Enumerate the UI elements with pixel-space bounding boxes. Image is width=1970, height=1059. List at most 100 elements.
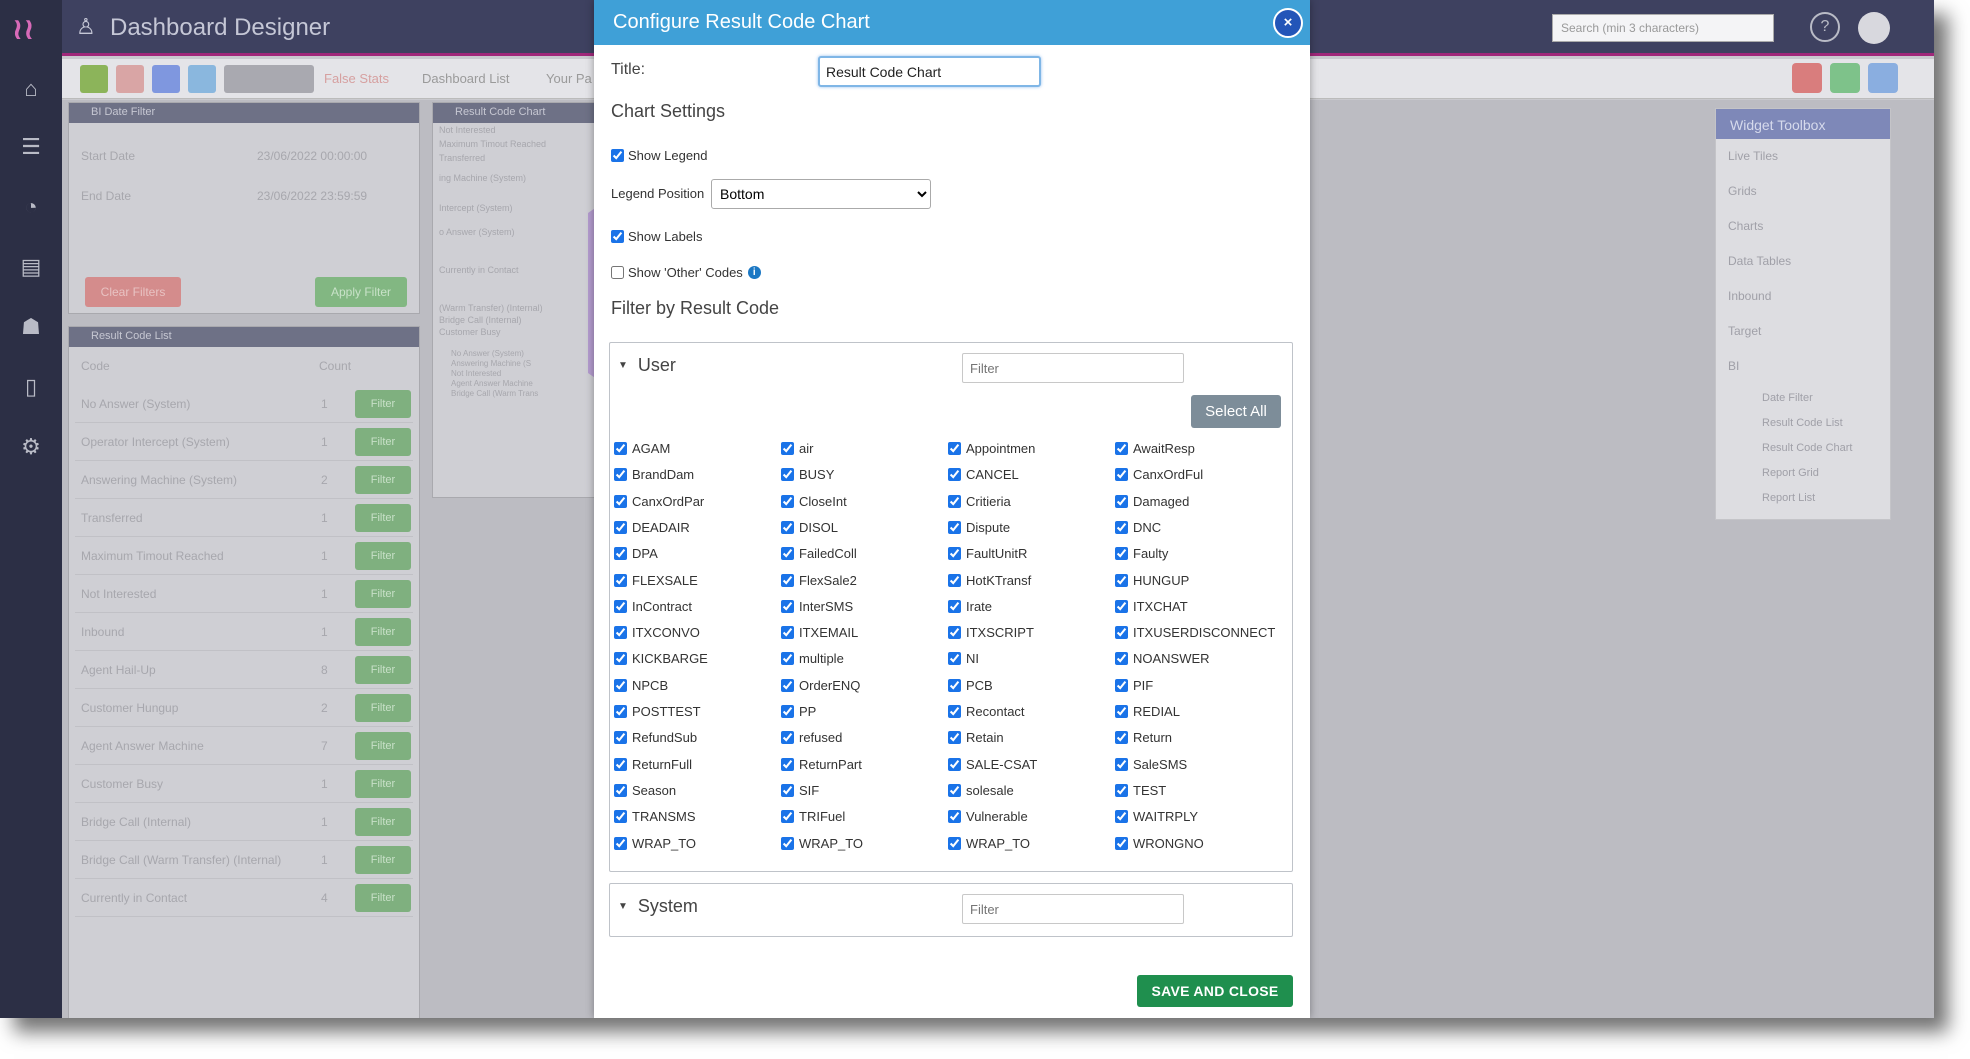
result-code-option[interactable]: Recontact — [948, 704, 1025, 719]
result-code-option[interactable]: Dispute — [948, 520, 1010, 535]
pdf-icon[interactable] — [1792, 63, 1822, 93]
result-code-option[interactable]: DEADAIR — [614, 520, 690, 535]
result-code-option[interactable]: POSTTEST — [614, 704, 701, 719]
toolbar-text[interactable]: Your Pa — [546, 71, 592, 86]
result-code-option[interactable]: DNC — [1115, 520, 1161, 535]
result-code-checkbox[interactable] — [614, 810, 627, 824]
settings-icon[interactable]: ⚙ — [17, 434, 45, 460]
system-filter-input[interactable] — [962, 894, 1184, 924]
result-code-checkbox[interactable] — [1115, 652, 1128, 666]
result-code-option[interactable]: NI — [948, 651, 979, 666]
filter-button[interactable]: Filter — [355, 770, 411, 798]
result-code-checkbox[interactable] — [948, 678, 961, 692]
result-code-checkbox[interactable] — [948, 810, 961, 824]
result-code-option[interactable]: DISOL — [781, 520, 838, 535]
save-and-close-button[interactable]: SAVE AND CLOSE — [1137, 975, 1293, 1007]
result-code-option[interactable]: ITXCHAT — [1115, 599, 1188, 614]
result-code-option[interactable]: WRAP_TO — [948, 836, 1030, 851]
filter-button[interactable]: Filter — [355, 390, 411, 418]
end-date-value[interactable]: 23/06/2022 23:59:59 — [257, 189, 367, 203]
result-code-option[interactable]: Irate — [948, 599, 992, 614]
document-icon[interactable]: ▯ — [17, 374, 45, 400]
result-code-checkbox[interactable] — [781, 494, 794, 508]
help-icon[interactable]: ? — [1810, 12, 1840, 42]
excel-icon[interactable] — [1830, 63, 1860, 93]
result-code-checkbox[interactable] — [614, 468, 627, 482]
result-code-option[interactable]: TEST — [1115, 783, 1166, 798]
result-code-checkbox[interactable] — [781, 573, 794, 587]
result-code-checkbox[interactable] — [948, 731, 961, 745]
result-code-option[interactable]: BUSY — [781, 467, 834, 482]
result-code-checkbox[interactable] — [948, 547, 961, 561]
new-button[interactable] — [152, 65, 180, 93]
result-code-option[interactable]: ITXEMAIL — [781, 625, 858, 640]
result-code-option[interactable]: SaleSMS — [1115, 757, 1187, 772]
result-code-checkbox[interactable] — [948, 836, 961, 850]
result-code-checkbox[interactable] — [614, 547, 627, 561]
result-code-checkbox[interactable] — [948, 705, 961, 718]
result-code-option[interactable]: FailedColl — [781, 546, 857, 561]
apply-filter-button[interactable]: Apply Filter — [315, 277, 407, 307]
result-code-checkbox[interactable] — [1115, 547, 1128, 561]
result-code-option[interactable]: ITXUSERDISCONNECT — [1115, 625, 1275, 640]
toolbox-item[interactable]: Grids — [1728, 184, 1757, 198]
result-code-checkbox[interactable] — [614, 731, 627, 745]
result-code-checkbox[interactable] — [781, 757, 794, 771]
show-labels-checkbox[interactable] — [611, 230, 624, 243]
result-code-option[interactable]: WRAP_TO — [614, 836, 696, 851]
select-all-button[interactable]: Select All — [1191, 395, 1281, 428]
filter-button[interactable]: Filter — [355, 732, 411, 760]
result-code-option[interactable]: Damaged — [1115, 494, 1189, 509]
result-code-option[interactable]: Critieria — [948, 494, 1011, 509]
home-icon[interactable]: ⌂ — [17, 76, 45, 102]
result-code-checkbox[interactable] — [1115, 573, 1128, 587]
result-code-checkbox[interactable] — [781, 442, 794, 455]
result-code-checkbox[interactable] — [1115, 678, 1128, 692]
result-code-checkbox[interactable] — [781, 810, 794, 824]
result-code-checkbox[interactable] — [948, 520, 961, 534]
result-code-option[interactable]: WRONGNO — [1115, 836, 1204, 851]
toolbox-item[interactable]: Data Tables — [1728, 254, 1791, 268]
dashboard-icon[interactable]: ◔ — [17, 194, 45, 220]
result-code-checkbox[interactable] — [614, 599, 627, 613]
result-code-checkbox[interactable] — [781, 468, 794, 482]
toolbox-item[interactable]: Target — [1728, 324, 1761, 338]
user-icon[interactable]: ☗ — [17, 314, 45, 340]
group-toggle-user[interactable]: ▼ User — [618, 355, 676, 376]
user-filter-input[interactable] — [962, 353, 1184, 383]
result-code-checkbox[interactable] — [948, 757, 961, 771]
result-code-checkbox[interactable] — [948, 573, 961, 587]
result-code-checkbox[interactable] — [614, 836, 627, 850]
result-code-checkbox[interactable] — [614, 442, 627, 455]
close-icon[interactable]: × — [1273, 8, 1303, 38]
legend-position-select[interactable]: Bottom — [711, 179, 931, 209]
filter-button[interactable]: Filter — [355, 884, 411, 912]
toolbar-text[interactable]: Dashboard List — [422, 71, 509, 86]
result-code-option[interactable]: ITXSCRIPT — [948, 625, 1034, 640]
result-code-option[interactable]: FlexSale2 — [781, 573, 857, 588]
result-code-option[interactable]: refused — [781, 730, 842, 745]
result-code-checkbox[interactable] — [1115, 731, 1128, 745]
filter-button[interactable]: Filter — [355, 618, 411, 646]
filter-button[interactable]: Filter — [355, 694, 411, 722]
show-other-codes-checkbox[interactable] — [611, 266, 624, 279]
filter-button[interactable]: Filter — [355, 580, 411, 608]
group-toggle-system[interactable]: ▼ System — [618, 896, 698, 917]
result-code-checkbox[interactable] — [948, 442, 961, 455]
result-code-option[interactable]: SIF — [781, 783, 819, 798]
result-code-option[interactable]: Return — [1115, 730, 1172, 745]
start-date-value[interactable]: 23/06/2022 00:00:00 — [257, 149, 367, 163]
show-legend-checkbox[interactable] — [611, 149, 624, 162]
result-code-checkbox[interactable] — [781, 783, 794, 797]
result-code-option[interactable]: Faulty — [1115, 546, 1168, 561]
result-code-option[interactable]: multiple — [781, 651, 844, 666]
result-code-checkbox[interactable] — [1115, 836, 1128, 850]
result-code-checkbox[interactable] — [948, 626, 961, 640]
search-input[interactable]: Search (min 3 characters) — [1552, 14, 1774, 42]
result-code-option[interactable]: BrandDam — [614, 467, 694, 482]
result-code-checkbox[interactable] — [781, 520, 794, 534]
result-code-checkbox[interactable] — [614, 757, 627, 771]
toolbox-item[interactable]: Charts — [1728, 219, 1763, 233]
result-code-checkbox[interactable] — [614, 520, 627, 534]
result-code-checkbox[interactable] — [1115, 494, 1128, 508]
